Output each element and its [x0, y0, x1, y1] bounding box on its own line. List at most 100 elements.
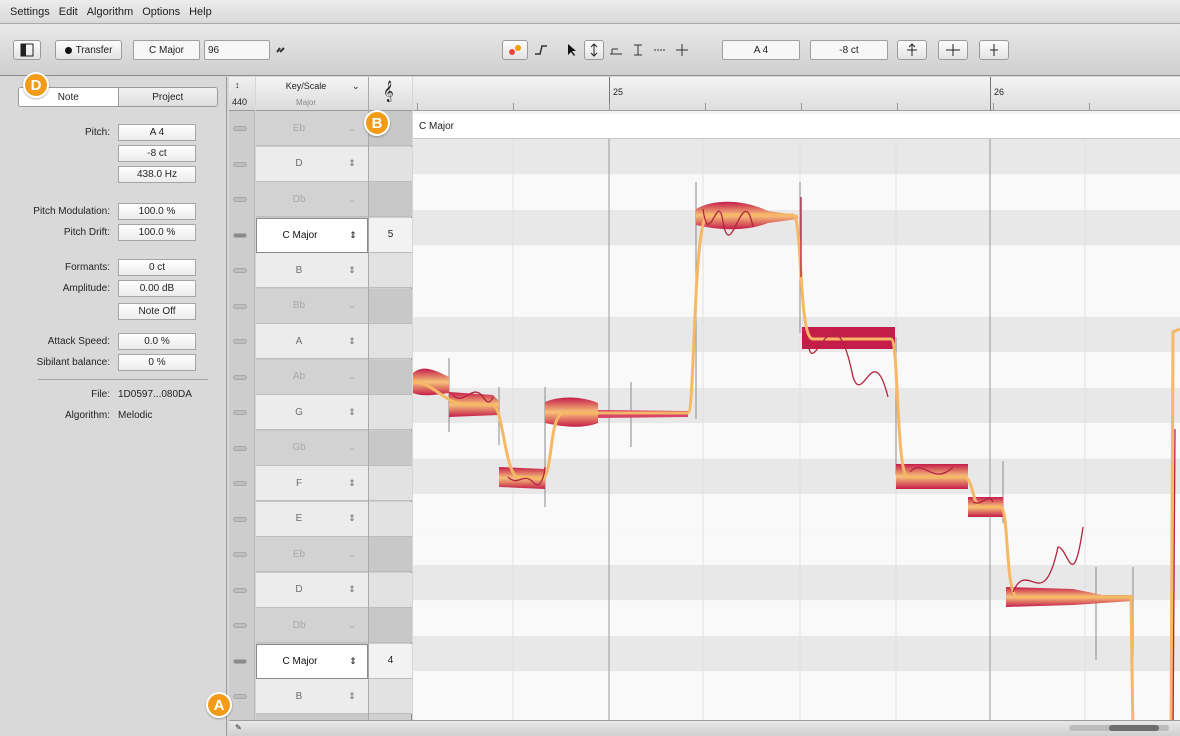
edit-icon[interactable]: ✎ — [235, 723, 242, 732]
scale-row[interactable]: B ⇕ — [256, 679, 368, 714]
scale-row[interactable]: B ⇕ — [256, 253, 368, 288]
inspector-value-field[interactable]: 0 % — [118, 354, 196, 371]
octave-cell — [369, 253, 412, 288]
formant-tool-button[interactable] — [628, 40, 648, 60]
zoom-slider-thumb[interactable] — [1109, 725, 1159, 731]
tempo-field[interactable]: 96 — [204, 40, 270, 60]
chevron-down-icon[interactable]: ⌄ — [342, 442, 362, 453]
pitch-handle[interactable] — [233, 445, 247, 451]
inspector-value-field[interactable]: 100.0 % — [118, 224, 196, 241]
pitch-handle[interactable] — [233, 694, 247, 699]
menu-item-algorithm[interactable]: Algorithm — [87, 6, 133, 18]
scale-row[interactable]: Ab ⌄ — [256, 359, 368, 395]
pitch-handle[interactable] — [233, 516, 247, 522]
pitch-handle[interactable] — [233, 126, 247, 131]
pitch-handle[interactable] — [233, 552, 247, 557]
chevron-down-icon[interactable]: ⌄ — [342, 123, 362, 134]
inspector-value-field[interactable]: 0 ct — [118, 259, 196, 276]
scale-row[interactable]: C Major ⇕ — [256, 643, 368, 679]
pitch-handle[interactable] — [233, 268, 247, 273]
menu-item-options[interactable]: Options — [142, 6, 180, 18]
octave-cell — [369, 466, 412, 501]
pitch-handle[interactable] — [233, 658, 247, 664]
scale-row[interactable]: Db ⌄ — [256, 608, 368, 643]
scale-row[interactable]: D ⇕ — [256, 572, 368, 608]
stepper-icon[interactable]: ⇕ — [342, 265, 362, 276]
pitch-handle[interactable] — [233, 410, 247, 415]
straighten-button[interactable] — [979, 40, 1009, 60]
menu-item-help[interactable]: Help — [189, 6, 212, 18]
octave-header[interactable]: 𝄞 — [369, 77, 412, 111]
amplitude-tool-button[interactable] — [650, 40, 670, 60]
pitch-handle[interactable] — [233, 232, 247, 238]
stepper-icon[interactable]: ⇕ — [342, 513, 362, 524]
center-pitch-button[interactable] — [897, 40, 927, 60]
chevron-down-icon[interactable]: ⌄ — [342, 194, 362, 205]
pitch-handle[interactable] — [233, 339, 247, 344]
stepper-icon[interactable]: ⇕ — [342, 584, 362, 595]
scale-row[interactable]: Bb ⌄ — [256, 288, 368, 324]
pitch-handle[interactable] — [233, 197, 247, 202]
menu-item-settings[interactable]: Settings — [10, 6, 50, 18]
scale-row-label: F — [295, 477, 303, 489]
inspector-value-field[interactable]: Note Off — [118, 303, 196, 320]
scale-row[interactable]: G ⇕ — [256, 395, 368, 430]
pitch-readout[interactable]: A 4 — [722, 40, 800, 60]
inspector-value-field[interactable]: -8 ct — [118, 145, 196, 162]
correction-button[interactable] — [530, 40, 552, 60]
cent-readout[interactable]: -8 ct — [810, 40, 888, 60]
scale-row[interactable]: Eb ⌄ — [256, 111, 368, 146]
scale-row[interactable]: Eb ⌄ — [256, 537, 368, 572]
stepper-icon[interactable]: ⇕ — [343, 230, 363, 241]
scale-row[interactable]: Gb ⌄ — [256, 430, 368, 466]
reference-pitch[interactable]: 440 — [232, 97, 247, 107]
menu-item-edit[interactable]: Edit — [59, 6, 78, 18]
stepper-icon[interactable]: ⇕ — [342, 407, 362, 418]
scale-row[interactable]: F ⇕ — [256, 466, 368, 501]
key-scale-header[interactable]: Key/Scale ⌄ Major — [256, 77, 368, 111]
inspector-label: Pitch Modulation: — [33, 206, 110, 217]
chevron-down-icon[interactable]: ⌄ — [342, 620, 362, 631]
scale-row[interactable]: D ⇕ — [256, 146, 368, 182]
timing-tool-button[interactable] — [606, 40, 626, 60]
pitch-handle[interactable] — [233, 623, 247, 628]
note-editor[interactable]: 25 26 C Major — [413, 77, 1180, 736]
inspector-toggle-button[interactable] — [13, 40, 41, 60]
scale-row-label: Eb — [292, 122, 306, 134]
scale-row[interactable]: Db ⌄ — [256, 182, 368, 217]
pitch-handle[interactable] — [233, 303, 247, 309]
inspector-value-field[interactable]: 100.0 % — [118, 203, 196, 220]
pitch-handle[interactable] — [233, 587, 247, 593]
inspector-value-field[interactable]: 0.0 % — [118, 333, 196, 350]
split-tool-button[interactable] — [672, 40, 692, 60]
stepper-icon[interactable]: ⇕ — [342, 336, 362, 347]
octave-cell: 4 — [369, 643, 412, 679]
pitch-handle[interactable] — [233, 161, 247, 167]
chevron-down-icon[interactable]: ⌄ — [342, 549, 362, 560]
inspector-value-field[interactable]: 438.0 Hz — [118, 166, 196, 183]
pitch-tool-button[interactable] — [584, 40, 604, 60]
key-field[interactable]: C Major — [133, 40, 200, 60]
scale-snap-button[interactable] — [502, 40, 528, 60]
scale-row[interactable]: C Major ⇕ — [256, 217, 368, 253]
quantize-time-button[interactable] — [938, 40, 968, 60]
stepper-icon[interactable]: ⇕ — [342, 158, 362, 169]
pitch-handle[interactable] — [233, 481, 247, 486]
scale-row[interactable]: E ⇕ — [256, 501, 368, 537]
stepper-icon[interactable]: ⇕ — [342, 691, 362, 702]
link-icon[interactable] — [272, 40, 290, 60]
inspector-value-field[interactable]: 0.00 dB — [118, 280, 196, 297]
chevron-down-icon[interactable]: ⌄ — [342, 371, 362, 382]
note-blobs[interactable] — [413, 201, 1133, 607]
scale-row[interactable]: A ⇕ — [256, 324, 368, 359]
pitch-handle[interactable] — [233, 374, 247, 380]
transfer-button[interactable]: Transfer — [55, 40, 122, 60]
inspector-value-field[interactable]: A 4 — [118, 124, 196, 141]
tab-project[interactable]: Project — [117, 88, 217, 106]
stepper-icon[interactable]: ⇕ — [342, 478, 362, 489]
chevron-down-icon[interactable]: ⌄ — [342, 300, 362, 311]
tuning-icon[interactable]: ↕ — [235, 80, 240, 90]
stepper-icon[interactable]: ⇕ — [343, 656, 363, 667]
select-tool-button[interactable] — [562, 40, 582, 60]
zoom-slider[interactable] — [1069, 725, 1169, 731]
